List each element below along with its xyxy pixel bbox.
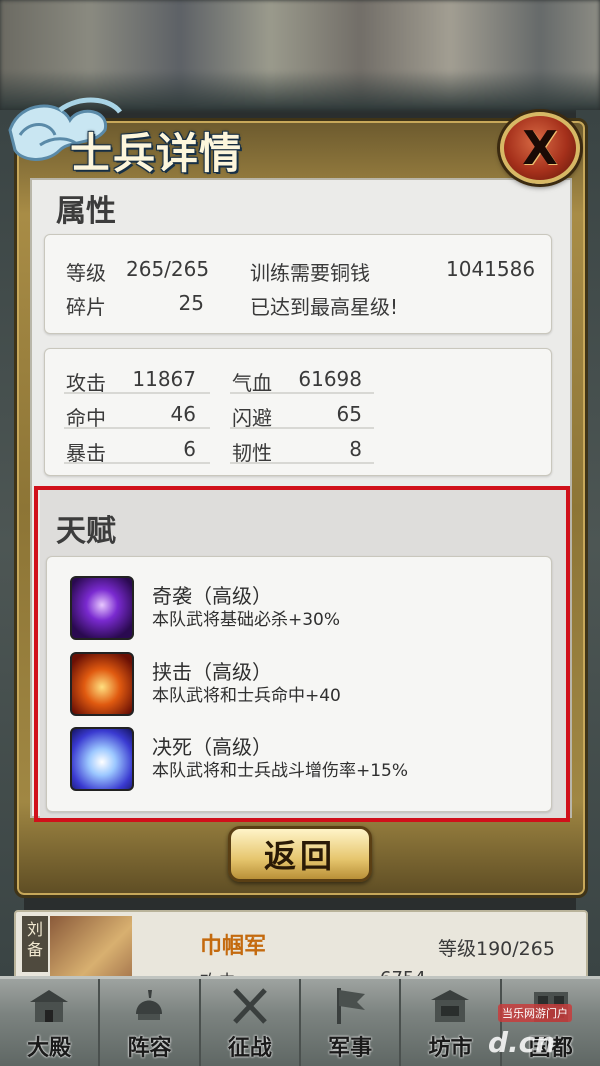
- close-button[interactable]: X: [500, 112, 580, 184]
- talents-highlight-box: [34, 486, 570, 822]
- watermark-logo: d.cn: [488, 1026, 556, 1059]
- watermark-caption: 当乐网游门户: [498, 1004, 572, 1022]
- shards-value: 25: [178, 291, 204, 315]
- stat-divider: [230, 392, 374, 394]
- nav-item-military[interactable]: 军事: [301, 979, 402, 1066]
- level-label: 等级: [66, 261, 106, 285]
- level-value: 265/265: [126, 257, 210, 281]
- nav-label: 军事: [328, 1036, 373, 1061]
- hero-tag: 刘备: [22, 916, 48, 972]
- flag-icon: [337, 988, 366, 1024]
- training-cost-value: 1041586: [446, 257, 536, 281]
- nav-label: 大殿: [27, 1036, 72, 1061]
- nav-item-campaign[interactable]: 征战: [201, 979, 301, 1066]
- close-icon: X: [522, 121, 558, 175]
- stat-value-hp: 61698: [298, 367, 362, 391]
- helmet-icon: [136, 990, 163, 1020]
- stat-value-hit: 46: [170, 402, 196, 426]
- stat-divider: [64, 462, 210, 464]
- stat-divider: [64, 392, 210, 394]
- training-cost-label: 训练需要铜钱: [250, 261, 370, 285]
- stat-value-crit: 6: [183, 437, 196, 461]
- max-star-text: 已达到最高星级!: [250, 295, 399, 319]
- crossed-swords-icon: [232, 988, 267, 1024]
- attributes-section-title: 属性: [56, 194, 116, 229]
- dialog-title: 士兵详情: [70, 129, 243, 178]
- stat-divider: [230, 427, 374, 429]
- shards-label: 碎片: [66, 295, 106, 319]
- unit-name: 巾帼军: [200, 933, 267, 959]
- stat-value-dodge: 65: [336, 402, 362, 426]
- stat-divider: [230, 462, 374, 464]
- nav-label: 阵容: [127, 1036, 172, 1061]
- nav-item-market[interactable]: 坊市: [401, 979, 502, 1066]
- nav-label: 坊市: [428, 1036, 473, 1061]
- return-button-label: 返回: [263, 837, 336, 875]
- stat-value-attack: 11867: [132, 367, 196, 391]
- shop-icon: [431, 990, 470, 1022]
- stat-value-toughness: 8: [349, 437, 362, 461]
- palace-icon: [30, 990, 69, 1022]
- nav-item-palace[interactable]: 大殿: [0, 979, 101, 1066]
- nav-label: 征战: [227, 1036, 272, 1061]
- return-button[interactable]: 返回: [228, 826, 372, 882]
- stat-divider: [64, 427, 210, 429]
- unit-level: 等级190/265: [438, 938, 555, 960]
- nav-item-lineup[interactable]: 阵容: [100, 979, 201, 1066]
